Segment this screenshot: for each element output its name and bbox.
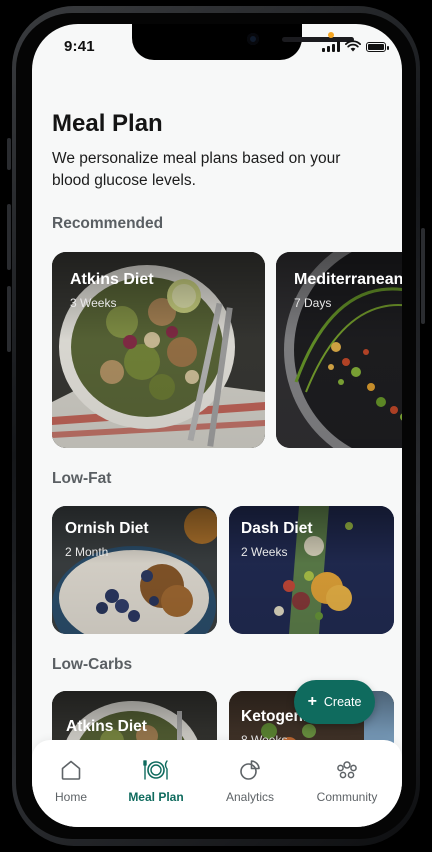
front-camera-icon <box>247 33 259 45</box>
status-icons <box>322 40 389 52</box>
cellular-signal-icon <box>322 41 340 52</box>
card-duration: 2 Month <box>65 545 109 559</box>
meal-card-mediterranean[interactable]: Mediterranean 7 Days <box>276 252 402 448</box>
community-icon <box>337 761 357 779</box>
tab-analytics[interactable]: Analytics <box>205 758 295 804</box>
silent-switch <box>7 138 11 170</box>
section-title-low-fat: Low-Fat <box>52 470 112 487</box>
power-button <box>421 228 425 324</box>
meal-card-atkins-diet[interactable]: Atkins Diet 3 Weeks <box>52 252 265 448</box>
volume-up-button <box>7 204 11 270</box>
page-title: Meal Plan <box>52 110 163 137</box>
meal-card-dash-diet[interactable]: Dash Diet 2 Weeks <box>229 506 394 634</box>
create-button-label: Create <box>323 695 362 709</box>
card-title: Atkins Diet <box>66 718 147 735</box>
phone-device: 9:41 Meal Plan We personalize meal plans… <box>0 0 432 852</box>
card-duration: 2 Weeks <box>241 545 288 559</box>
wifi-icon <box>345 40 361 52</box>
battery-icon <box>366 42 389 52</box>
volume-down-button <box>7 286 11 352</box>
notch <box>132 24 354 60</box>
tab-label: Home <box>54 790 87 804</box>
card-title: Dash Diet <box>241 520 313 537</box>
page-subtitle: We personalize meal plans based on your … <box>52 150 341 189</box>
privacy-indicator-icon <box>328 32 334 38</box>
section-title-low-carbs: Low-Carbs <box>52 656 133 673</box>
card-duration: 3 Weeks <box>70 296 117 310</box>
card-title: Mediterranean <box>294 271 402 288</box>
tab-meal-plan[interactable]: Meal Plan <box>111 758 201 804</box>
home-icon <box>61 760 81 780</box>
status-time: 9:41 <box>64 38 95 55</box>
tab-label: Meal Plan <box>128 790 184 804</box>
pie-chart-icon <box>240 760 260 780</box>
bottom-tab-bar: Home Meal Plan Analytics Community <box>32 740 402 827</box>
tab-label: Analytics <box>225 790 275 804</box>
create-button[interactable]: + Create <box>294 680 375 724</box>
tab-home[interactable]: Home <box>32 758 116 804</box>
meal-card-ornish-diet[interactable]: Ornish Diet 2 Month <box>52 506 217 634</box>
card-title: Ornish Diet <box>65 520 149 537</box>
card-duration: 7 Days <box>294 296 332 310</box>
card-title: Atkins Diet <box>70 271 154 288</box>
section-title-recommended: Recommended <box>52 215 164 232</box>
tab-label: Community <box>316 790 378 804</box>
tab-community[interactable]: Community <box>302 758 392 804</box>
plus-icon: + <box>307 693 317 710</box>
plate-icon <box>143 760 168 780</box>
app-screen: 9:41 Meal Plan We personalize meal plans… <box>32 24 402 827</box>
